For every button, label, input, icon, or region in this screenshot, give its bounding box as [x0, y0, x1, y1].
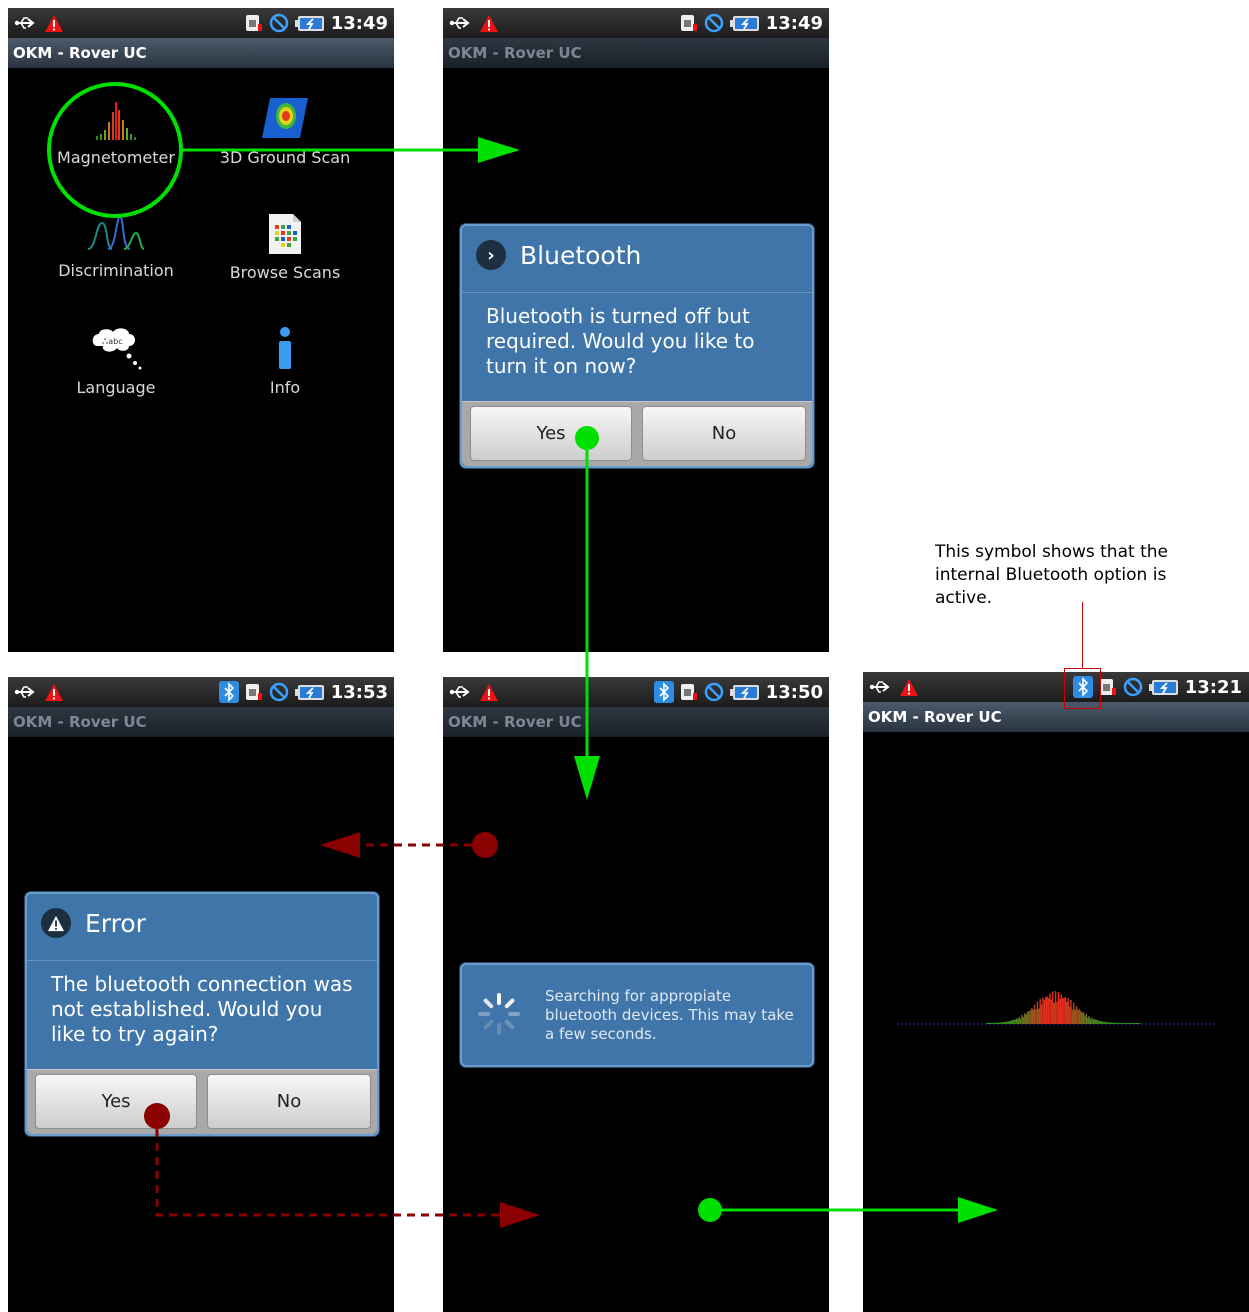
spinner-icon — [478, 993, 520, 1035]
screen-searching: 13:50 OKM - Rover UC Searching for appro… — [443, 677, 829, 1312]
sim-icon — [245, 15, 262, 31]
no-signal-icon — [269, 13, 288, 33]
sim-icon — [245, 684, 262, 700]
menu-item-magnetometer[interactable]: Magnetometer — [31, 96, 201, 167]
battery-icon — [729, 683, 760, 701]
yes-button[interactable]: Yes — [35, 1074, 197, 1129]
screen-menu: 13:49 OKM - Rover UC Magnetometer 3D Gro… — [8, 8, 394, 652]
warning-circle-icon — [41, 908, 71, 938]
clock: 13:53 — [330, 681, 388, 703]
usb-icon — [449, 686, 469, 698]
progress-message: Searching for appropiate bluetooth devic… — [545, 987, 794, 1043]
ground-scan-icon — [262, 98, 308, 138]
speech-bubble-icon: ஃabc — [92, 328, 142, 370]
magnetometer-graph — [897, 991, 1217, 1025]
bluetooth-icon — [218, 681, 239, 703]
progress-dialog: Searching for appropiate bluetooth devic… — [460, 963, 814, 1067]
status-bar: 13:49 — [443, 8, 829, 38]
app-title: OKM - Rover UC — [8, 38, 394, 68]
chevron-right-icon: › — [476, 240, 506, 270]
magnetometer-icon — [96, 102, 136, 140]
screen-magnetometer: 13:21 OKM - Rover UC — [863, 672, 1249, 1312]
discrimination-icon — [87, 215, 145, 250]
sim-icon — [1099, 679, 1116, 695]
menu-item-label: Info — [269, 378, 301, 397]
app-title: OKM - Rover UC — [863, 702, 1249, 732]
status-bar: 13:21 — [863, 672, 1249, 702]
no-signal-icon — [704, 682, 723, 702]
menu-item-label: Magnetometer — [57, 148, 175, 167]
clock: 13:49 — [765, 12, 823, 34]
screen-error: 13:53 OKM - Rover UC Error The bluetooth… — [8, 677, 394, 1312]
usb-icon — [869, 681, 889, 693]
warning-icon — [480, 14, 498, 32]
menu-item-language[interactable]: ஃabc Language — [31, 326, 201, 397]
usb-icon — [14, 17, 35, 29]
svg-text:ஃabc: ஃabc — [102, 337, 123, 346]
menu-item-info[interactable]: Info — [200, 326, 370, 397]
warning-icon — [45, 14, 63, 32]
screen-bluetooth-prompt: 13:49 OKM - Rover UC › Bluetooth Bluetoo… — [443, 8, 829, 652]
menu-item-label: Browse Scans — [229, 263, 341, 282]
battery-icon — [294, 683, 325, 701]
clock: 13:21 — [1184, 676, 1242, 698]
usb-icon — [449, 17, 469, 29]
error-dialog: Error The bluetooth connection was not e… — [25, 892, 379, 1136]
app-title: OKM - Rover UC — [443, 707, 829, 737]
menu-item-label: 3D Ground Scan — [219, 148, 351, 167]
clock: 13:49 — [330, 12, 388, 34]
dialog-title: Bluetooth — [520, 240, 642, 270]
yes-button[interactable]: Yes — [470, 406, 632, 461]
usb-icon — [14, 686, 35, 698]
status-bar: 13:50 — [443, 677, 829, 707]
bluetooth-highlight-box — [1064, 668, 1101, 709]
status-bar: 13:49 — [8, 8, 394, 38]
warning-icon — [480, 683, 498, 701]
no-signal-icon — [269, 682, 288, 702]
menu-item-3d-ground-scan[interactable]: 3D Ground Scan — [200, 96, 370, 167]
info-icon — [279, 327, 291, 369]
app-title: OKM - Rover UC — [443, 38, 829, 68]
no-signal-icon — [1123, 677, 1142, 697]
document-icon — [269, 214, 301, 254]
dialog-message: The bluetooth connection was not establi… — [51, 972, 353, 1046]
annotation-line — [1082, 602, 1083, 668]
app-title: OKM - Rover UC — [8, 707, 394, 737]
menu-item-browse-scans[interactable]: Browse Scans — [200, 213, 370, 282]
battery-icon — [1148, 678, 1179, 696]
no-button[interactable]: No — [642, 406, 806, 461]
sim-icon — [680, 684, 697, 700]
menu-item-discrimination[interactable]: Discrimination — [31, 213, 201, 280]
sim-icon — [680, 15, 697, 31]
bluetooth-dialog: › Bluetooth Bluetooth is turned off but … — [460, 224, 814, 468]
warning-icon — [45, 683, 63, 701]
warning-icon — [900, 678, 918, 696]
dialog-message: Bluetooth is turned off but required. Wo… — [486, 304, 755, 378]
annotation-text: This symbol shows that the internal Blue… — [935, 542, 1168, 608]
no-signal-icon — [704, 13, 723, 33]
battery-icon — [294, 14, 325, 32]
menu-item-label: Discrimination — [58, 261, 174, 280]
no-button[interactable]: No — [207, 1074, 371, 1129]
status-bar: 13:53 — [8, 677, 394, 707]
bluetooth-icon — [653, 681, 674, 703]
clock: 13:50 — [765, 681, 823, 703]
battery-icon — [729, 14, 760, 32]
menu-item-label: Language — [76, 378, 156, 397]
dialog-title: Error — [85, 908, 146, 938]
